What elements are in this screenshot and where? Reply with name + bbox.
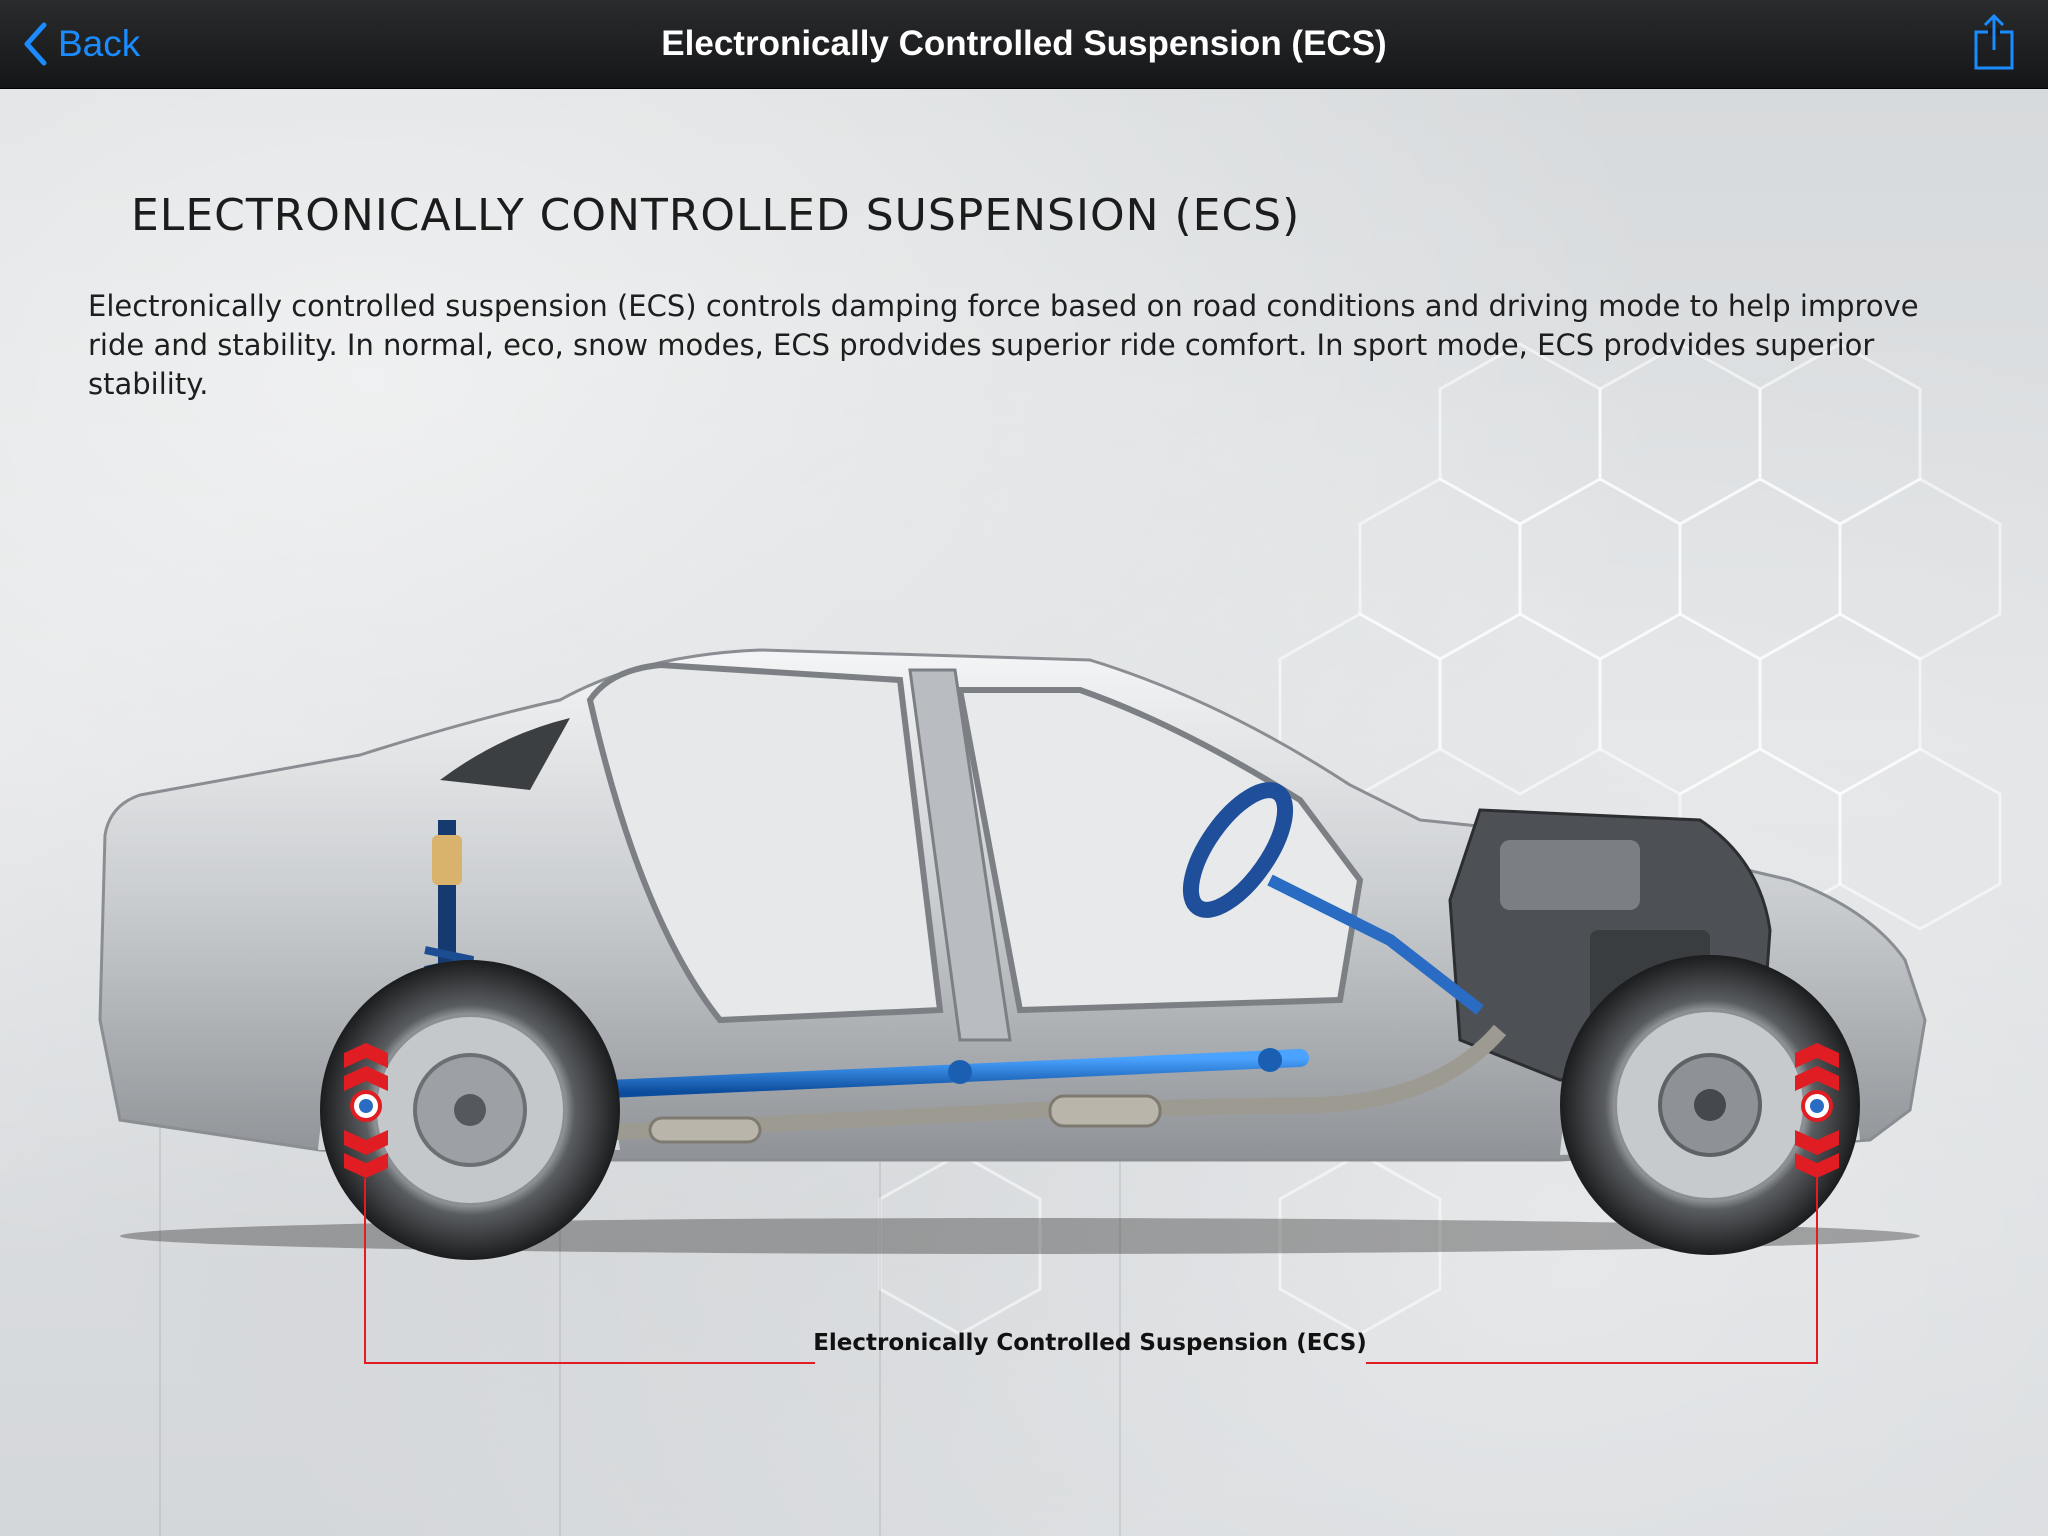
page-title: Electronically Controlled Suspension (EC… [661,24,1387,63]
navigation-bar: Back Electronically Controlled Suspensio… [0,0,2048,89]
share-icon [1974,13,2014,70]
content-area: ELECTRONICALLY CONTROLLED SUSPENSION (EC… [0,89,2048,1536]
car-cutaway-illustration [98,648,1927,1364]
callout-label: Electronically Controlled Suspension (EC… [813,1330,1367,1356]
share-button[interactable] [1964,12,2024,72]
